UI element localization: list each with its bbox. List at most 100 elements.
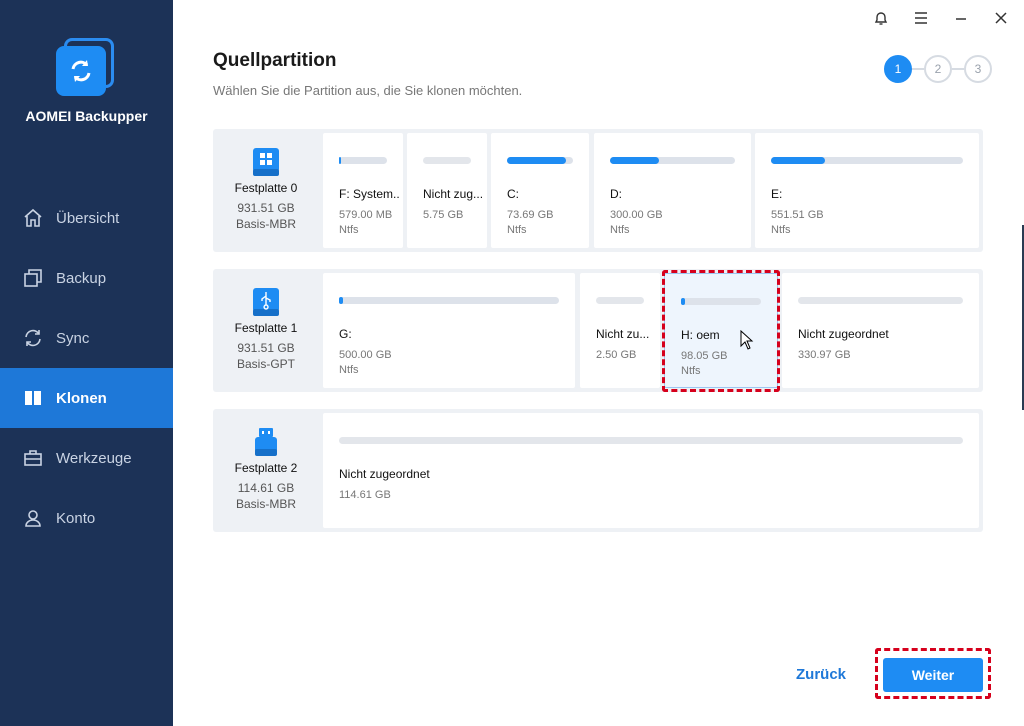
partition-fs: Ntfs — [339, 364, 359, 376]
partition-size: 551.51 GB — [771, 209, 824, 221]
usage-bar — [339, 297, 559, 304]
partition-fs: Ntfs — [681, 365, 701, 377]
partition-name: H: oem — [681, 328, 720, 342]
usage-fill — [681, 298, 685, 305]
toolbox-icon — [22, 447, 44, 469]
usage-fill — [771, 157, 825, 164]
partition-fs: Ntfs — [771, 224, 791, 236]
partition-name: G: — [339, 327, 352, 341]
mouse-cursor-icon — [740, 329, 754, 350]
partition-e[interactable]: E: 551.51 GB Ntfs — [755, 133, 979, 248]
sidebar-item-klonen[interactable]: Klonen — [0, 368, 173, 428]
partition-d[interactable]: D: 300.00 GB Ntfs — [594, 133, 751, 248]
partition-size: 5.75 GB — [423, 209, 464, 221]
partition-fs: Ntfs — [339, 224, 359, 236]
bell-icon[interactable] — [871, 8, 891, 28]
sidebar-item-label: Werkzeuge — [56, 449, 132, 467]
step-connector — [912, 68, 924, 70]
step-2: 2 — [924, 55, 952, 83]
partition-size: 73.69 GB — [507, 209, 554, 221]
home-icon — [22, 207, 44, 229]
partition-name: Nicht zu... — [596, 327, 650, 341]
partition-name: F: System... — [339, 187, 399, 201]
partition-size: 98.05 GB — [681, 350, 728, 362]
sidebar-item-konto[interactable]: Konto — [0, 488, 173, 548]
disk-info: Festplatte 0 931.51 GB Basis-MBR — [213, 129, 319, 252]
partition-unallocated[interactable]: Nicht zugeordnet 114.61 GB — [323, 413, 979, 528]
disk-size: 931.51 GB — [237, 201, 295, 215]
sidebar-item-werkzeuge[interactable]: Werkzeuge — [0, 428, 173, 488]
partition-size: 579.00 MB — [339, 209, 393, 221]
disk-size: 931.51 GB — [237, 341, 295, 355]
partition-size: 300.00 GB — [610, 209, 663, 221]
partition-name: C: — [507, 187, 519, 201]
sidebar-item-label: Konto — [56, 509, 96, 527]
disk-name: Festplatte 0 — [234, 181, 298, 195]
partition-h-oem[interactable]: H: oem 98.05 GB Ntfs — [664, 273, 778, 388]
disk-type: Basis-MBR — [235, 217, 296, 231]
partition-size: 114.61 GB — [339, 489, 391, 501]
partition-c[interactable]: C: 73.69 GB Ntfs — [491, 133, 589, 248]
app-name: AOMEI Backupper — [25, 108, 148, 124]
step-3: 3 — [964, 55, 992, 83]
partition-unallocated[interactable]: Nicht zugeordnet 330.97 GB — [782, 273, 979, 388]
back-button[interactable]: Zurück — [796, 666, 846, 683]
sidebar-item-label: Klonen — [56, 389, 107, 407]
sync-icon — [22, 327, 44, 349]
partition-unallocated[interactable]: Nicht zug... 5.75 GB — [407, 133, 487, 248]
usage-fill — [339, 297, 344, 304]
partition-fs: Ntfs — [507, 224, 527, 236]
usage-bar — [339, 157, 387, 164]
sidebar-item-backup[interactable]: Backup — [0, 248, 173, 308]
close-icon[interactable] — [991, 8, 1011, 28]
sidebar-item-uebersicht[interactable]: Übersicht — [0, 188, 173, 248]
partition-size: 500.00 GB — [339, 349, 392, 361]
usage-bar — [507, 157, 573, 164]
partition-fs: Ntfs — [610, 224, 630, 236]
partition-name: D: — [610, 187, 622, 201]
sidebar-item-label: Übersicht — [56, 209, 120, 227]
usb-stick-icon — [252, 427, 280, 457]
usage-bar — [681, 298, 761, 305]
windows-disk-icon — [252, 147, 280, 177]
next-button[interactable]: Weiter — [883, 658, 983, 692]
sidebar-item-sync[interactable]: Sync — [0, 308, 173, 368]
user-icon — [22, 507, 44, 529]
partition-g[interactable]: G: 500.00 GB Ntfs — [323, 273, 575, 388]
app-logo — [56, 38, 116, 96]
disk-row-1: Festplatte 1 931.51 GB Basis-GPT G: 500.… — [213, 269, 983, 392]
partition-size: 330.97 GB — [798, 349, 851, 361]
menu-icon[interactable] — [911, 8, 931, 28]
step-indicator: 1 2 3 — [884, 55, 992, 83]
sidebar: AOMEI Backupper Übersicht Backup Sync Kl… — [0, 0, 173, 726]
step-connector — [952, 68, 964, 70]
usage-bar — [423, 157, 471, 164]
page-subtitle: Wählen Sie die Partition aus, die Sie kl… — [213, 83, 523, 98]
usage-bar — [610, 157, 735, 164]
minimize-icon[interactable] — [951, 8, 971, 28]
backup-icon — [22, 267, 44, 289]
usage-bar — [798, 297, 963, 304]
partition-f[interactable]: F: System... 579.00 MB Ntfs — [323, 133, 403, 248]
partition-unallocated[interactable]: Nicht zu... 2.50 GB — [580, 273, 660, 388]
disk-row-0: Festplatte 0 931.51 GB Basis-MBR F: Syst… — [213, 129, 983, 252]
disk-type: Basis-GPT — [236, 357, 295, 371]
disk-name: Festplatte 1 — [234, 321, 298, 335]
disk-type: Basis-MBR — [235, 497, 296, 511]
disk-name: Festplatte 2 — [234, 461, 298, 475]
partition-name: Nicht zugeordnet — [339, 467, 430, 481]
disk-row-2: Festplatte 2 114.61 GB Basis-MBR Nicht z… — [213, 409, 983, 532]
sidebar-item-label: Backup — [56, 269, 107, 287]
usage-fill — [339, 157, 342, 164]
partition-size: 2.50 GB — [596, 349, 637, 361]
disk-size: 114.61 GB — [237, 481, 295, 495]
disk-info: Festplatte 2 114.61 GB Basis-MBR — [213, 409, 319, 532]
sidebar-nav: Übersicht Backup Sync Klonen Werkzeuge K… — [0, 188, 173, 548]
partition-name: Nicht zug... — [423, 187, 483, 201]
clone-icon — [22, 387, 44, 409]
disk-info: Festplatte 1 931.51 GB Basis-GPT — [213, 269, 319, 392]
usage-bar — [771, 157, 963, 164]
partition-name: E: — [771, 187, 783, 201]
usb-disk-icon — [252, 287, 280, 317]
page-title: Quellpartition — [213, 50, 337, 71]
